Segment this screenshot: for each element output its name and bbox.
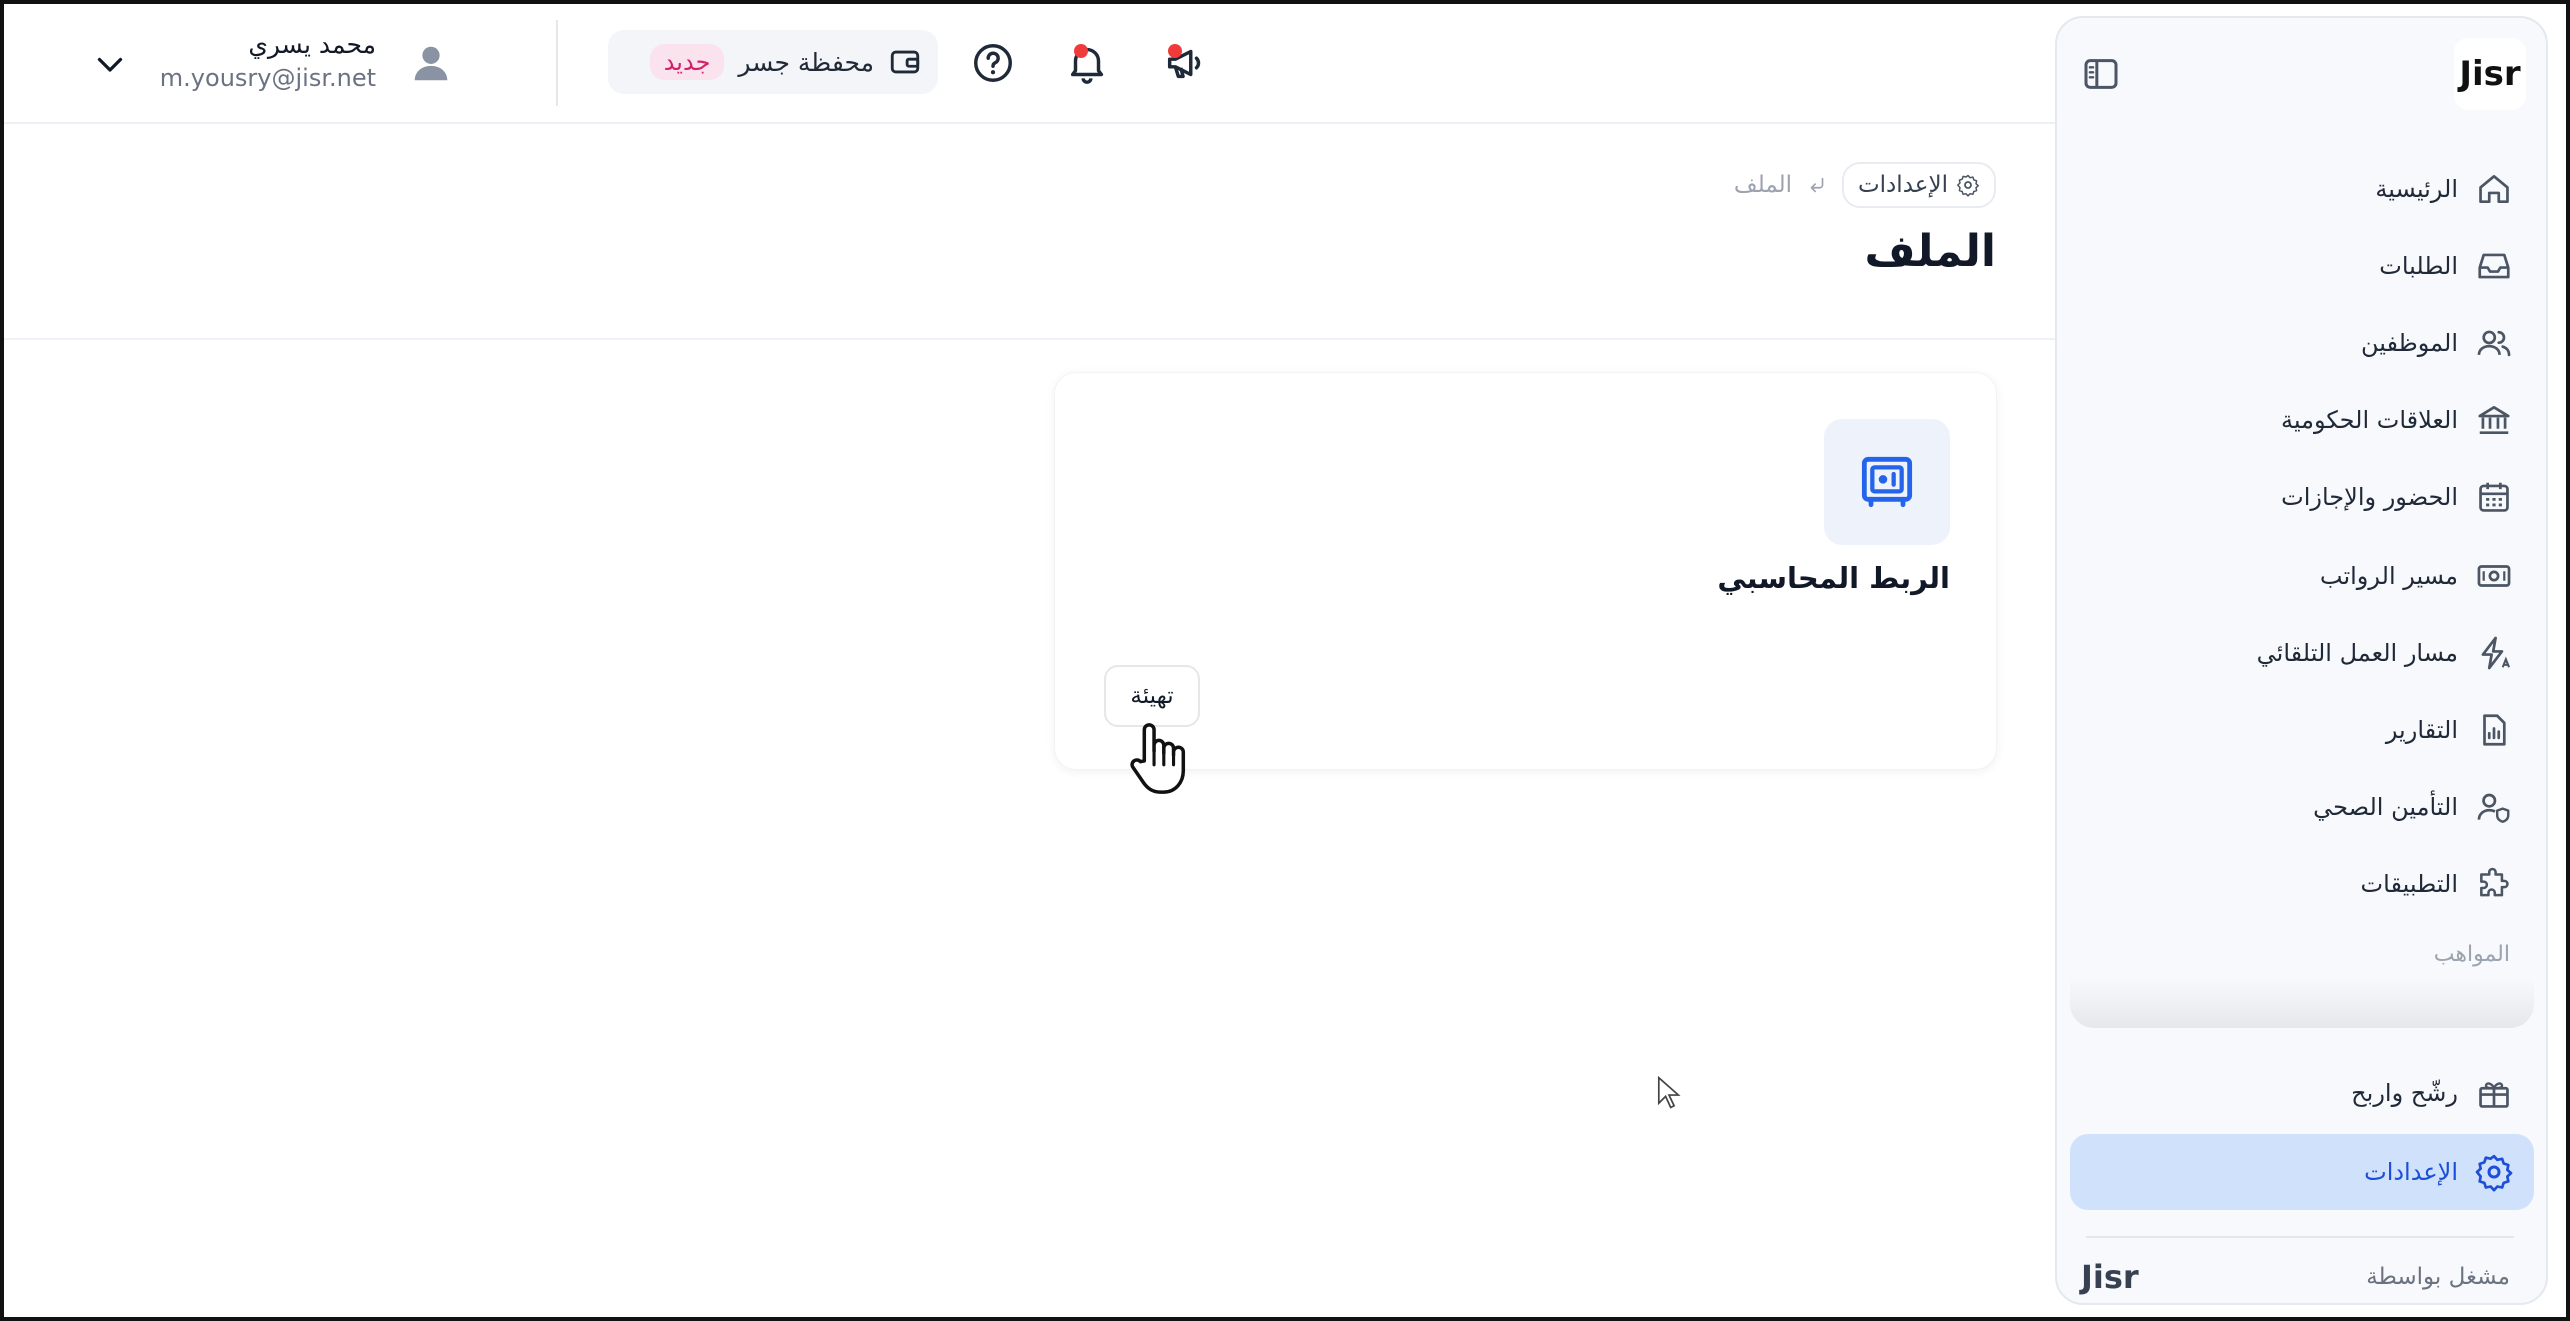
- gear-icon: [2475, 1154, 2513, 1192]
- page-title: الملف: [1864, 226, 1996, 277]
- sidebar-item-employees[interactable]: الموظفين: [2070, 308, 2534, 378]
- user-name: محمد يسري: [248, 30, 376, 59]
- users-icon: [2477, 330, 2511, 357]
- accounting-integration-card: الربط المحاسبي تهيئة: [1054, 372, 1997, 770]
- sidebar-item-health-insurance[interactable]: التأمين الصحي: [2070, 772, 2534, 842]
- sidebar-item-label: التطبيقات: [2360, 870, 2458, 898]
- user-shield-icon: [2477, 793, 2510, 823]
- automation-icon: [2481, 636, 2510, 670]
- sidebar-scroll-fade: [2070, 978, 2534, 1028]
- sidebar-divider: [2086, 1236, 2514, 1238]
- header-divider: [556, 20, 558, 106]
- sidebar-item-settings[interactable]: الإعدادات: [2070, 1134, 2534, 1210]
- card-title: الربط المحاسبي: [1717, 561, 1950, 595]
- breadcrumb: الإعدادات الملف: [1734, 162, 1996, 208]
- sidebar-item-label: التقارير: [2385, 716, 2458, 744]
- sidebar-item-label: الطلبات: [2379, 252, 2458, 280]
- jisr-logo[interactable]: Jisr: [2454, 38, 2526, 110]
- powered-by-logo: Jisr: [2081, 1258, 2139, 1296]
- sidebar-item-label: الموظفين: [2360, 329, 2458, 357]
- user-email: m.yousry@jisr.net: [159, 64, 376, 92]
- home-icon: [2479, 174, 2509, 204]
- breadcrumb-settings-link[interactable]: الإعدادات: [1842, 162, 1996, 208]
- sidebar-item-label: مسير الرواتب: [2319, 562, 2458, 590]
- top-header: محمد يسري m.yousry@jisr.net: [4, 4, 2059, 124]
- sidebar-item-label: رشّح واربح: [2351, 1079, 2458, 1107]
- hand-cursor-icon: [1130, 723, 1186, 794]
- safe-icon: [1861, 456, 1913, 508]
- wallet-label: محفظة جسر: [738, 47, 874, 77]
- breadcrumb-current: الملف: [1733, 172, 1793, 198]
- sidebar-item-label: التأمين الصحي: [2313, 793, 2458, 821]
- card-icon-container: [1824, 419, 1950, 545]
- wallet-icon: [890, 50, 920, 74]
- title-divider: [4, 338, 2059, 340]
- puzzle-icon: [2480, 867, 2509, 897]
- sidebar-toggle-icon[interactable]: [2081, 54, 2121, 94]
- help-icon[interactable]: [970, 40, 1016, 86]
- notification-dot: [1074, 44, 1088, 58]
- wallet-button[interactable]: محفظة جسر جديد: [608, 30, 938, 94]
- sidebar-item-label: الحضور والإجازات: [2281, 483, 2458, 511]
- sidebar-item-home[interactable]: الرئيسية: [2070, 154, 2534, 224]
- sidebar-item-attendance[interactable]: الحضور والإجازات: [2070, 462, 2534, 532]
- gift-icon: [2479, 1082, 2509, 1108]
- gear-icon: [1957, 174, 1979, 197]
- calendar-icon: [2479, 482, 2509, 512]
- sidebar-item-requests[interactable]: الطلبات: [2070, 231, 2534, 301]
- powered-by-label: مشغل بواسطة: [2366, 1264, 2510, 1290]
- sidebar-item-apps[interactable]: التطبيقات: [2070, 849, 2534, 919]
- sidebar-item-referral[interactable]: رشّح واربح: [2070, 1058, 2534, 1128]
- sidebar-item-label: الرئيسية: [2375, 175, 2458, 203]
- sidebar: Jisr الرئيسية الطلبات الموظفين العلاقات …: [2055, 16, 2548, 1305]
- sidebar-item-automation[interactable]: مسار العمل التلقائي: [2070, 618, 2534, 688]
- sidebar-item-label: الإعدادات: [2364, 1158, 2458, 1186]
- sidebar-item-government-relations[interactable]: العلاقات الحكومية: [2070, 385, 2534, 455]
- inbox-icon: [2478, 253, 2510, 279]
- sidebar-item-label: مسار العمل التلقائي: [2256, 639, 2458, 667]
- sidebar-section-talent: المواهب: [2433, 942, 2510, 967]
- chevron-down-icon[interactable]: [92, 46, 128, 82]
- user-avatar-icon[interactable]: [408, 40, 454, 86]
- sidebar-item-reports[interactable]: التقارير: [2070, 695, 2534, 765]
- sidebar-item-label: العلاقات الحكومية: [2281, 406, 2458, 434]
- arrow-cursor-icon: [1657, 1076, 1681, 1109]
- sidebar-item-payroll[interactable]: مسير الرواتب: [2070, 541, 2534, 611]
- breadcrumb-parent-label: الإعدادات: [1858, 172, 1948, 198]
- sidebar-top: Jisr: [2057, 38, 2546, 112]
- bank-icon: [2478, 405, 2510, 435]
- return-arrow-icon: [1810, 177, 1824, 193]
- new-badge: جديد: [649, 44, 725, 80]
- announcement-dot: [1168, 44, 1182, 58]
- banknote-icon: [2477, 565, 2511, 587]
- report-icon: [2483, 714, 2506, 746]
